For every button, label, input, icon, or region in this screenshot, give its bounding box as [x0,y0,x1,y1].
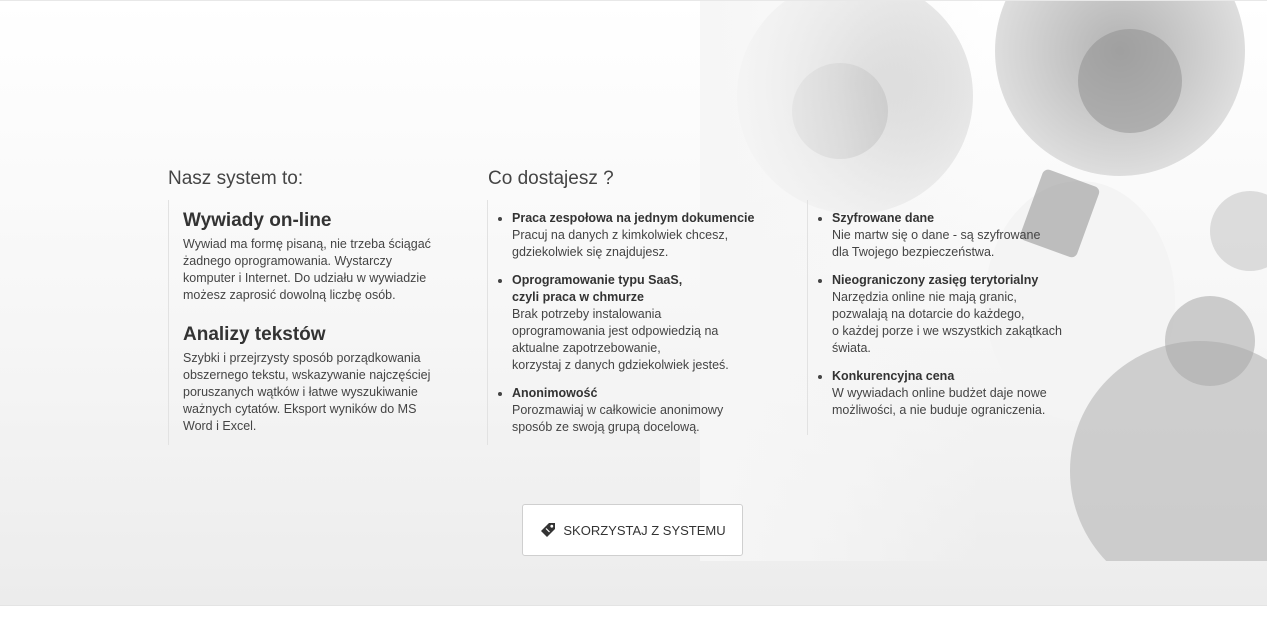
benefit-title: Konkurencyjna cena [832,369,955,383]
benefit-line: oprogramowania jest odpowiedzią na [512,324,719,338]
feature-line: komputer i Internet. Do udziału w wywiad… [183,271,427,285]
feature-description: Szybki i przejrzysty sposób porządkowani… [183,350,458,435]
benefit-line: korzystaj z danych gdziekolwiek jesteś. [512,358,729,372]
benefit-line: Porozmawiaj w całkowicie anonimowy [512,403,724,417]
benefit-line: gdziekolwiek się znajdujesz. [512,245,669,259]
benefit-title: Szyfrowane dane [832,211,935,225]
feature-line: ważnych cytatów. Eksport wyników do MS [183,402,417,416]
benefit-line: dla Twojego bezpieczeństwa. [832,245,995,259]
feature-title: Analizy tekstów [183,324,326,345]
benefit-line: świata. [832,341,871,355]
feature-line: żadnego oprogramowania. Wystarczy [183,254,393,268]
feature-description: Wywiad ma formę pisaną, nie trzeba ściąg… [183,236,458,304]
benefit-title: Praca zespołowa na jednym dokumencie [512,211,755,225]
benefit-line: Pracuj na danych z kimkolwiek chcesz, [512,228,729,242]
middle-column-title: Co dostajesz ? [488,168,614,189]
benefit-line: aktualne zapotrzebowanie, [512,341,661,355]
left-column-title: Nasz system to: [168,168,304,189]
feature-line: poruszanych wątków i łatwe wyszukiwanie [183,385,418,399]
benefits-column-middle: Praca zespołowa na jednym dokumencie Pra… [487,200,787,445]
feature-text-analysis: Analizy tekstów Szybki i przejrzysty spo… [183,324,458,435]
list-item: Konkurencyjna cena W wywiadach online bu… [832,368,1097,419]
feature-line: Wywiad ma formę pisaną, nie trzeba ściąg… [183,237,431,251]
features-column: Wywiady on-line Wywiad ma formę pisaną, … [168,200,458,445]
benefit-line: W wywiadach online budżet daje nowe [832,386,1047,400]
feature-line: obszernego tekstu, wskazywanie najczęści… [183,368,431,382]
list-item: Oprogramowanie typu SaaS,czyli praca w c… [512,272,787,374]
list-item: Szyfrowane dane Nie martw się o dane - s… [832,210,1097,261]
benefit-title: Nieograniczony zasięg terytorialny [832,273,1039,287]
benefit-line: Narzędzia online nie mają granic, [832,290,1017,304]
benefits-list: Praca zespołowa na jednym dokumencie Pra… [488,210,787,436]
feature-line: Szybki i przejrzysty sposób porządkowani… [183,351,421,365]
benefit-line: możliwości, a nie buduje ograniczenia. [832,403,1046,417]
benefit-line: sposób ze swoją grupą docelową. [512,420,700,434]
feature-line: możesz zaprosić dowolną liczbę osób. [183,288,396,302]
features-section: Nasz system to: Co dostajesz ? Wywiady o… [0,0,1267,605]
use-system-label: SKORZYSTAJ Z SYSTEMU [563,522,726,538]
list-item: Nieograniczony zasięg terytorialny Narzę… [832,272,1097,357]
benefit-title: Anonimowość [512,386,598,400]
use-system-button[interactable]: SKORZYSTAJ Z SYSTEMU [522,504,743,556]
list-item: Anonimowość Porozmawiaj w całkowicie ano… [512,385,787,436]
section-divider [0,605,1267,606]
benefit-line: Nie martw się o dane - są szyfrowane [832,228,1041,242]
list-item: Praca zespołowa na jednym dokumencie Pra… [512,210,787,261]
feature-line: Word i Excel. [183,419,257,433]
feature-title: Wywiady on-line [183,210,332,231]
tag-icon [539,521,557,539]
benefit-title: Oprogramowanie typu SaaS, czyli praca w c… [512,273,683,304]
feature-online-interviews: Wywiady on-line Wywiad ma formę pisaną, … [183,210,458,304]
benefit-line: pozwalają na dotarcie do każdego, [832,307,1025,321]
benefit-line: o każdej porze i we wszystkich zakątkach [832,324,1062,338]
benefits-list: Szyfrowane dane Nie martw się o dane - s… [808,210,1097,419]
benefits-column-right: Szyfrowane dane Nie martw się o dane - s… [807,200,1097,435]
benefit-line: Brak potrzeby instalowania [512,307,662,321]
